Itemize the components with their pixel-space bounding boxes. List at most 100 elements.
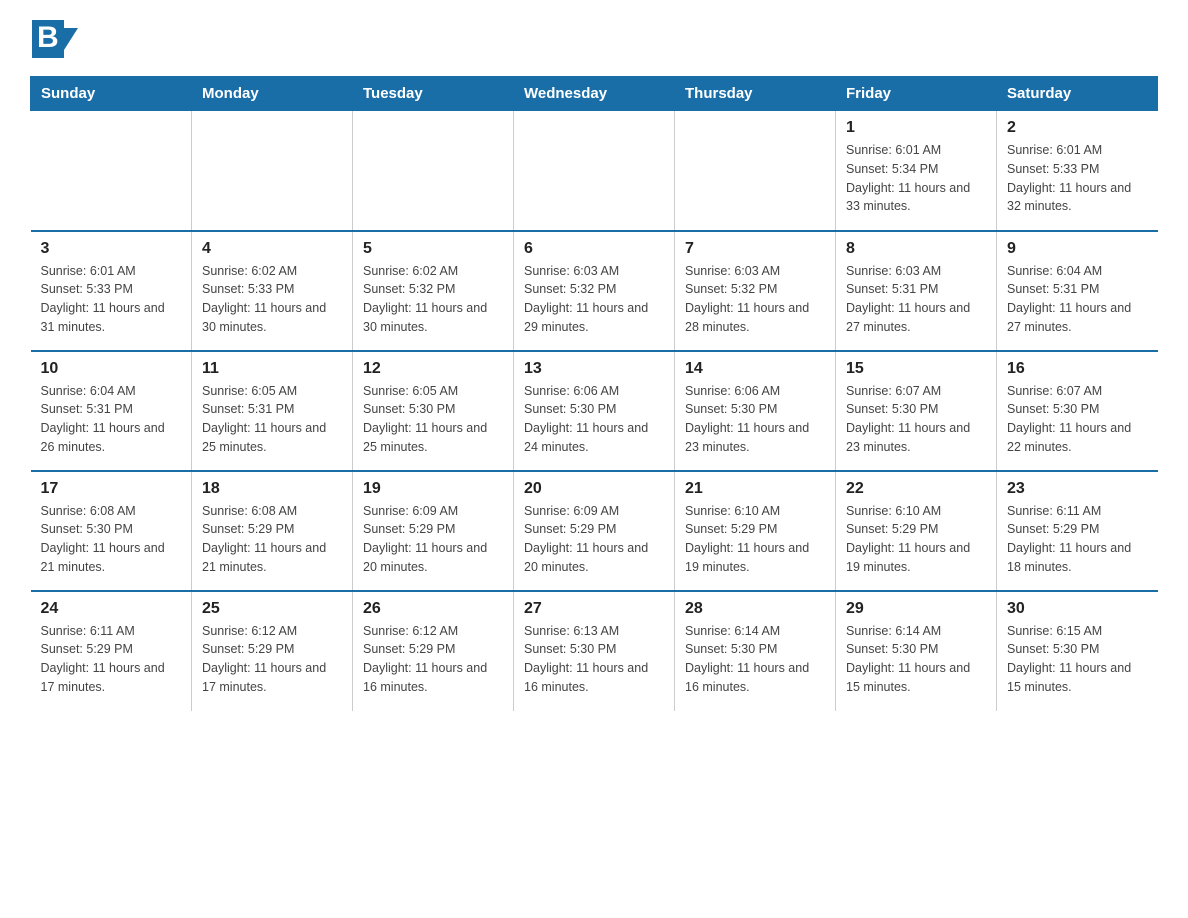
day-number: 29: [846, 600, 986, 618]
calendar-cell: 14 Sunrise: 6:06 AMSunset: 5:30 PMDayligh…: [675, 351, 836, 471]
day-header-sunday: Sunday: [31, 77, 192, 111]
day-number: 11: [202, 360, 342, 378]
calendar-cell: 8 Sunrise: 6:03 AMSunset: 5:31 PMDaylight…: [836, 231, 997, 351]
calendar-cell: 22 Sunrise: 6:10 AMSunset: 5:29 PMDayligh…: [836, 471, 997, 591]
calendar-cell: 7 Sunrise: 6:03 AMSunset: 5:32 PMDaylight…: [675, 231, 836, 351]
day-header-monday: Monday: [192, 77, 353, 111]
week-row-5: 24 Sunrise: 6:11 AMSunset: 5:29 PMDayligh…: [31, 591, 1158, 711]
calendar-cell: 6 Sunrise: 6:03 AMSunset: 5:32 PMDaylight…: [514, 231, 675, 351]
day-info: Sunrise: 6:01 AMSunset: 5:33 PMDaylight:…: [1007, 141, 1148, 216]
day-info: Sunrise: 6:12 AMSunset: 5:29 PMDaylight:…: [202, 622, 342, 697]
day-info: Sunrise: 6:11 AMSunset: 5:29 PMDaylight:…: [1007, 502, 1148, 577]
logo: B: [30, 20, 78, 56]
calendar-cell: [353, 111, 514, 231]
calendar-cell: 19 Sunrise: 6:09 AMSunset: 5:29 PMDayligh…: [353, 471, 514, 591]
day-info: Sunrise: 6:11 AMSunset: 5:29 PMDaylight:…: [41, 622, 182, 697]
day-header-wednesday: Wednesday: [514, 77, 675, 111]
calendar-cell: 4 Sunrise: 6:02 AMSunset: 5:33 PMDaylight…: [192, 231, 353, 351]
logo-line1: B: [30, 20, 78, 58]
day-number: 6: [524, 240, 664, 258]
day-number: 25: [202, 600, 342, 618]
day-number: 24: [41, 600, 182, 618]
day-info: Sunrise: 6:05 AMSunset: 5:31 PMDaylight:…: [202, 382, 342, 457]
day-info: Sunrise: 6:03 AMSunset: 5:31 PMDaylight:…: [846, 262, 986, 337]
calendar-cell: [192, 111, 353, 231]
calendar-cell: [514, 111, 675, 231]
day-number: 16: [1007, 360, 1148, 378]
day-info: Sunrise: 6:13 AMSunset: 5:30 PMDaylight:…: [524, 622, 664, 697]
calendar-table: SundayMondayTuesdayWednesdayThursdayFrid…: [30, 76, 1158, 711]
day-number: 30: [1007, 600, 1148, 618]
day-info: Sunrise: 6:02 AMSunset: 5:32 PMDaylight:…: [363, 262, 503, 337]
day-number: 12: [363, 360, 503, 378]
calendar-cell: 12 Sunrise: 6:05 AMSunset: 5:30 PMDayligh…: [353, 351, 514, 471]
day-info: Sunrise: 6:06 AMSunset: 5:30 PMDaylight:…: [524, 382, 664, 457]
calendar-cell: 9Sunrise: 6:04 AMSunset: 5:31 PMDaylight…: [997, 231, 1158, 351]
day-info: Sunrise: 6:09 AMSunset: 5:29 PMDaylight:…: [363, 502, 503, 577]
day-number: 18: [202, 480, 342, 498]
calendar-cell: 1Sunrise: 6:01 AMSunset: 5:34 PMDaylight…: [836, 111, 997, 231]
day-number: 22: [846, 480, 986, 498]
day-number: 4: [202, 240, 342, 258]
week-row-2: 3 Sunrise: 6:01 AMSunset: 5:33 PMDaylight…: [31, 231, 1158, 351]
day-number: 28: [685, 600, 825, 618]
calendar-cell: 13 Sunrise: 6:06 AMSunset: 5:30 PMDayligh…: [514, 351, 675, 471]
calendar-cell: 17Sunrise: 6:08 AMSunset: 5:30 PMDayligh…: [31, 471, 192, 591]
day-info: Sunrise: 6:08 AMSunset: 5:29 PMDaylight:…: [202, 502, 342, 577]
day-header-friday: Friday: [836, 77, 997, 111]
logo-blue-text: B: [32, 20, 64, 58]
day-number: 13: [524, 360, 664, 378]
calendar-cell: 18 Sunrise: 6:08 AMSunset: 5:29 PMDayligh…: [192, 471, 353, 591]
calendar-cell: 24 Sunrise: 6:11 AMSunset: 5:29 PMDayligh…: [31, 591, 192, 711]
day-info: Sunrise: 6:04 AMSunset: 5:31 PMDaylight:…: [41, 382, 182, 457]
day-number: 5: [363, 240, 503, 258]
logo-triangle-icon: [64, 28, 78, 50]
calendar-cell: 20 Sunrise: 6:09 AMSunset: 5:29 PMDayligh…: [514, 471, 675, 591]
day-info: Sunrise: 6:06 AMSunset: 5:30 PMDaylight:…: [685, 382, 825, 457]
day-info: Sunrise: 6:14 AMSunset: 5:30 PMDaylight:…: [846, 622, 986, 697]
day-info: Sunrise: 6:03 AMSunset: 5:32 PMDaylight:…: [524, 262, 664, 337]
calendar-cell: 30 Sunrise: 6:15 AMSunset: 5:30 PMDayligh…: [997, 591, 1158, 711]
day-info: Sunrise: 6:01 AMSunset: 5:34 PMDaylight:…: [846, 141, 986, 216]
week-row-3: 10 Sunrise: 6:04 AMSunset: 5:31 PMDayligh…: [31, 351, 1158, 471]
calendar-cell: 29 Sunrise: 6:14 AMSunset: 5:30 PMDayligh…: [836, 591, 997, 711]
day-number: 15: [846, 360, 986, 378]
day-info: Sunrise: 6:07 AMSunset: 5:30 PMDaylight:…: [846, 382, 986, 457]
day-info: Sunrise: 6:09 AMSunset: 5:29 PMDaylight:…: [524, 502, 664, 577]
calendar-cell: [31, 111, 192, 231]
calendar-cell: 5 Sunrise: 6:02 AMSunset: 5:32 PMDaylight…: [353, 231, 514, 351]
calendar-cell: 15 Sunrise: 6:07 AMSunset: 5:30 PMDayligh…: [836, 351, 997, 471]
calendar-cell: 23 Sunrise: 6:11 AMSunset: 5:29 PMDayligh…: [997, 471, 1158, 591]
day-number: 21: [685, 480, 825, 498]
day-info: Sunrise: 6:01 AMSunset: 5:33 PMDaylight:…: [41, 262, 182, 337]
day-info: Sunrise: 6:15 AMSunset: 5:30 PMDaylight:…: [1007, 622, 1148, 697]
day-info: Sunrise: 6:10 AMSunset: 5:29 PMDaylight:…: [685, 502, 825, 577]
day-number: 3: [41, 240, 182, 258]
day-header-thursday: Thursday: [675, 77, 836, 111]
day-info: Sunrise: 6:03 AMSunset: 5:32 PMDaylight:…: [685, 262, 825, 337]
week-row-4: 17Sunrise: 6:08 AMSunset: 5:30 PMDayligh…: [31, 471, 1158, 591]
calendar-cell: 28 Sunrise: 6:14 AMSunset: 5:30 PMDayligh…: [675, 591, 836, 711]
day-info: Sunrise: 6:14 AMSunset: 5:30 PMDaylight:…: [685, 622, 825, 697]
day-number: 23: [1007, 480, 1148, 498]
day-number: 7: [685, 240, 825, 258]
calendar-cell: 2 Sunrise: 6:01 AMSunset: 5:33 PMDaylight…: [997, 111, 1158, 231]
day-info: Sunrise: 6:04 AMSunset: 5:31 PMDaylight:…: [1007, 262, 1148, 337]
calendar-cell: 16Sunrise: 6:07 AMSunset: 5:30 PMDayligh…: [997, 351, 1158, 471]
day-number: 10: [41, 360, 182, 378]
day-info: Sunrise: 6:08 AMSunset: 5:30 PMDaylight:…: [41, 502, 182, 577]
day-info: Sunrise: 6:10 AMSunset: 5:29 PMDaylight:…: [846, 502, 986, 577]
calendar-cell: 26Sunrise: 6:12 AMSunset: 5:29 PMDayligh…: [353, 591, 514, 711]
day-info: Sunrise: 6:05 AMSunset: 5:30 PMDaylight:…: [363, 382, 503, 457]
day-number: 2: [1007, 119, 1148, 137]
day-number: 27: [524, 600, 664, 618]
day-number: 20: [524, 480, 664, 498]
day-info: Sunrise: 6:02 AMSunset: 5:33 PMDaylight:…: [202, 262, 342, 337]
day-info: Sunrise: 6:12 AMSunset: 5:29 PMDaylight:…: [363, 622, 503, 697]
calendar-cell: 25 Sunrise: 6:12 AMSunset: 5:29 PMDayligh…: [192, 591, 353, 711]
day-number: 14: [685, 360, 825, 378]
day-header-saturday: Saturday: [997, 77, 1158, 111]
day-number: 19: [363, 480, 503, 498]
calendar-cell: 11 Sunrise: 6:05 AMSunset: 5:31 PMDayligh…: [192, 351, 353, 471]
day-number: 8: [846, 240, 986, 258]
